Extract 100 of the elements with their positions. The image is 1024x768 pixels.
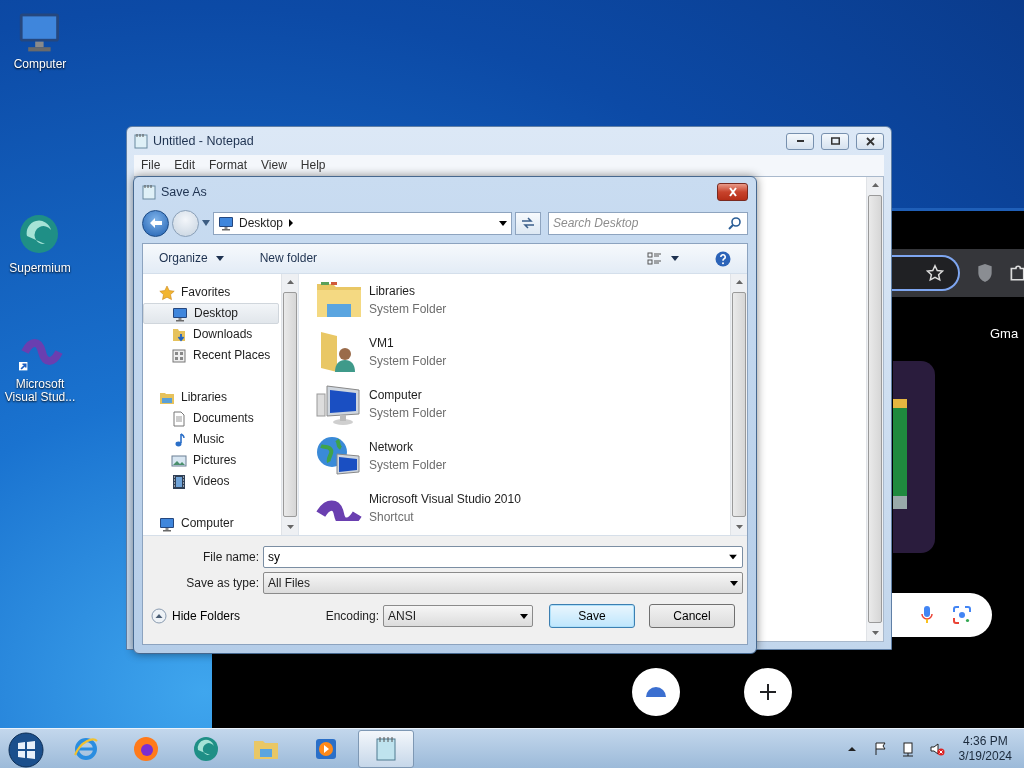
file-type: System Folder: [369, 458, 447, 473]
encoding-dropdown[interactable]: ANSI: [383, 605, 533, 627]
search-field[interactable]: Search Desktop: [548, 211, 748, 235]
caret-icon: [520, 613, 528, 619]
list-entry[interactable]: Microsoft Visual Studio 2010 Shortcut: [299, 482, 730, 534]
close-button[interactable]: [717, 183, 748, 201]
menu-item[interactable]: File: [134, 158, 168, 173]
caret-icon: [215, 256, 224, 261]
nav-item[interactable]: Recent Places: [143, 345, 279, 366]
hide-folders-button[interactable]: Hide Folders: [151, 608, 241, 624]
list-entry[interactable]: Network System Folder: [299, 430, 730, 482]
file-type: Shortcut: [369, 510, 415, 525]
caret-icon: [730, 580, 738, 586]
clock-time[interactable]: 4:36 PM: [958, 733, 1012, 749]
file-type: System Folder: [369, 302, 447, 317]
picture-icon: [171, 452, 187, 469]
field-label: File name:: [201, 549, 260, 565]
breadcrumb[interactable]: Desktop: [239, 215, 284, 231]
file-type-dropdown[interactable]: All Files: [263, 572, 743, 594]
shortcut-tile[interactable]: [893, 361, 935, 553]
maximize-icon: [830, 137, 840, 145]
file-name-field[interactable]: sy: [263, 546, 743, 568]
file-type: System Folder: [369, 354, 447, 369]
scroll-down-icon[interactable]: [286, 525, 294, 529]
monitor-icon: [159, 515, 175, 532]
shortcut-label[interactable]: Gma: [990, 326, 1019, 342]
notepad-icon: [134, 133, 148, 149]
back-arrow-icon: [148, 217, 163, 229]
swirl-logo-icon: [192, 734, 220, 763]
puzzle-icon[interactable]: [1010, 264, 1024, 282]
clock-date[interactable]: 3/19/2024: [958, 748, 1012, 764]
scroll-down-icon[interactable]: [735, 525, 743, 529]
scroll-up-icon[interactable]: [286, 280, 294, 284]
desktop-icon-label: Microsoft Visual Stud...: [3, 378, 77, 404]
search-icon[interactable]: [728, 216, 742, 230]
plus-icon: [759, 683, 777, 701]
microphone-icon[interactable]: [920, 605, 934, 625]
field-label: Encoding:: [325, 608, 379, 624]
list-entry[interactable]: Libraries System Folder: [299, 274, 730, 326]
taskbar-button[interactable]: [358, 729, 414, 768]
nav-item[interactable]: Desktop: [143, 303, 279, 324]
collapse-icon: [151, 608, 167, 624]
nav-item[interactable]: Libraries: [143, 387, 279, 408]
film-icon: [171, 473, 187, 490]
camera-lens-icon[interactable]: [952, 605, 972, 625]
back-button[interactable]: [142, 209, 169, 237]
caret-icon[interactable]: [729, 554, 737, 560]
nav-item[interactable]: Favorites: [143, 282, 279, 303]
address-bar[interactable]: Desktop: [213, 211, 512, 235]
cancel-button[interactable]: Cancel: [649, 604, 735, 628]
maximize-button[interactable]: [821, 132, 849, 150]
view-list-icon: [647, 250, 663, 267]
menu-item[interactable]: Format: [202, 158, 255, 173]
star-icon[interactable]: [926, 264, 944, 282]
desktop-icon-label: Computer: [13, 58, 67, 71]
list-entry[interactable]: VM1 System Folder: [299, 326, 730, 378]
folder-arrow-icon: [171, 326, 187, 343]
dialog-title: Save As: [161, 184, 208, 200]
notepad-icon: [142, 184, 156, 200]
menu-item[interactable]: Edit: [167, 158, 203, 173]
shortcut-tile[interactable]: [632, 668, 680, 716]
chevron-icon[interactable]: [288, 219, 295, 227]
caret-icon[interactable]: [499, 220, 507, 226]
nav-item[interactable]: Music: [143, 429, 279, 450]
fox-globe-icon: [132, 734, 160, 763]
scrollbar[interactable]: [730, 274, 747, 535]
nav-item[interactable]: Documents: [143, 408, 279, 429]
menu-item[interactable]: View: [254, 158, 294, 173]
flag-icon[interactable]: [872, 740, 889, 757]
nav-item[interactable]: Downloads: [143, 324, 279, 345]
refresh-button[interactable]: [515, 211, 541, 235]
nav-item[interactable]: Computer: [143, 513, 279, 534]
refresh-icon: [521, 217, 535, 229]
list-entry[interactable]: Computer System Folder: [299, 378, 730, 430]
app-icon: [646, 687, 666, 697]
new-folder-button[interactable]: New folder: [251, 248, 326, 269]
monitor-icon: [172, 305, 188, 322]
file-name: VM1: [369, 335, 395, 350]
recent-places-icon: [171, 347, 187, 364]
scroll-down-icon[interactable]: [871, 631, 879, 635]
nav-item[interactable]: Videos: [143, 471, 279, 492]
scroll-up-icon[interactable]: [871, 183, 879, 187]
field-label: Save as type:: [185, 575, 260, 591]
close-button[interactable]: [856, 132, 884, 150]
scrollbar[interactable]: [866, 177, 883, 641]
add-shortcut-button[interactable]: [744, 668, 792, 716]
save-button[interactable]: Save: [549, 604, 635, 628]
minimize-icon: [796, 140, 804, 142]
window-title: Untitled - Notepad: [153, 133, 255, 149]
scroll-up-icon[interactable]: [735, 280, 743, 284]
speaker-muted-icon[interactable]: [928, 740, 945, 757]
scrollbar[interactable]: [281, 274, 298, 535]
caret-icon: [671, 256, 679, 261]
menu-item[interactable]: Help: [293, 158, 333, 173]
minimize-button[interactable]: [786, 132, 814, 150]
nav-item[interactable]: Pictures: [143, 450, 279, 471]
shield-icon[interactable]: [976, 263, 994, 283]
help-icon: [715, 250, 731, 267]
organize-button[interactable]: Organize: [151, 248, 232, 269]
file-type: System Folder: [369, 406, 447, 421]
